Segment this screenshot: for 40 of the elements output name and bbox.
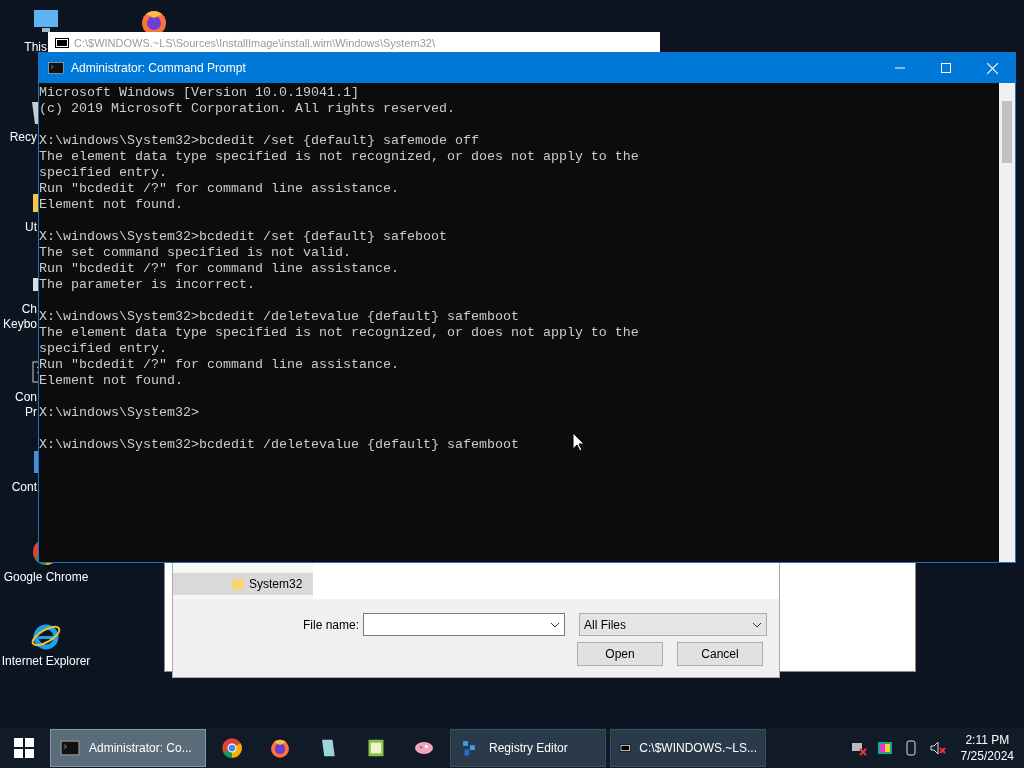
nav-item[interactable]: System32: [173, 573, 313, 595]
console-line: The element data type specified is not recognized, or does not apply to the: [39, 325, 639, 341]
icon-label[interactable]: Ut: [0, 220, 37, 235]
console-line: specified entry.: [39, 165, 167, 181]
console-line: X:\windows\System32>bcdedit /deletevalue {default} safemboot: [39, 309, 519, 325]
clock-time[interactable]: 2:11 PM: [965, 732, 1010, 748]
icon-label[interactable]: Cont: [0, 480, 37, 495]
console-line: Run "bcdedit /?" for command line assistance.: [39, 261, 399, 277]
console-line: Microsoft Windows [Version 10.0.19041.1]: [39, 85, 359, 101]
console-line: (c) 2019 Microsoft Corporation. All rights reserved.: [39, 101, 455, 117]
window-title: C:\$WINDOWS.~LS\Sources\InstallImage\install.wim\Windows\System32\: [74, 35, 435, 51]
dialog-button[interactable]: Open: [577, 642, 663, 666]
taskbar-button[interactable]: C:\$WINDOWS.~LS...: [610, 729, 766, 767]
icon-label[interactable]: Con: [0, 390, 37, 405]
icon-label[interactable]: Internet Explorer: [1, 654, 91, 669]
taskbar-button[interactable]: Registry Editor: [450, 729, 606, 767]
icon-label[interactable]: Google Chrome: [3, 570, 89, 585]
dialog-button[interactable]: Cancel: [677, 642, 763, 666]
console-line: X:\windows\System32>bcdedit /deletevalue {default} safemboot: [39, 437, 519, 453]
console-line: The element data type specified is not recognized, or does not apply to the: [39, 149, 639, 165]
console-line: The parameter is incorrect.: [39, 277, 255, 293]
file-type-select[interactable]: All Files: [579, 613, 768, 636]
icon-label[interactable]: Ch: [0, 302, 37, 317]
console-line: X:\windows\System32>: [39, 405, 199, 421]
console-line: Element not found.: [39, 373, 183, 389]
icon-label[interactable]: Recy: [0, 130, 37, 145]
console-line: X:\windows\System32>bcdedit /set {default} safemode off: [39, 133, 479, 149]
icon-label[interactable]: Keybo: [0, 317, 37, 332]
icon-label[interactable]: This: [0, 40, 47, 55]
console-line: X:\windows\System32>bcdedit /set {default} safeboot: [39, 229, 447, 245]
console-line: Run "bcdedit /?" for command line assistance.: [39, 181, 399, 197]
taskbar-button[interactable]: Administrator: Co...: [50, 729, 206, 767]
console-line: The set command specified is not valid.: [39, 245, 351, 261]
field-label: File name:: [303, 616, 360, 634]
console-line: Run "bcdedit /?" for command line assistance.: [39, 357, 399, 373]
console-line: Element not found.: [39, 197, 183, 213]
window-title: Administrator: Command Prompt: [71, 60, 246, 77]
icon-label[interactable]: Pr: [0, 405, 37, 420]
clock-date[interactable]: 7/25/2024: [960, 748, 1014, 764]
console-line: specified entry.: [39, 341, 167, 357]
